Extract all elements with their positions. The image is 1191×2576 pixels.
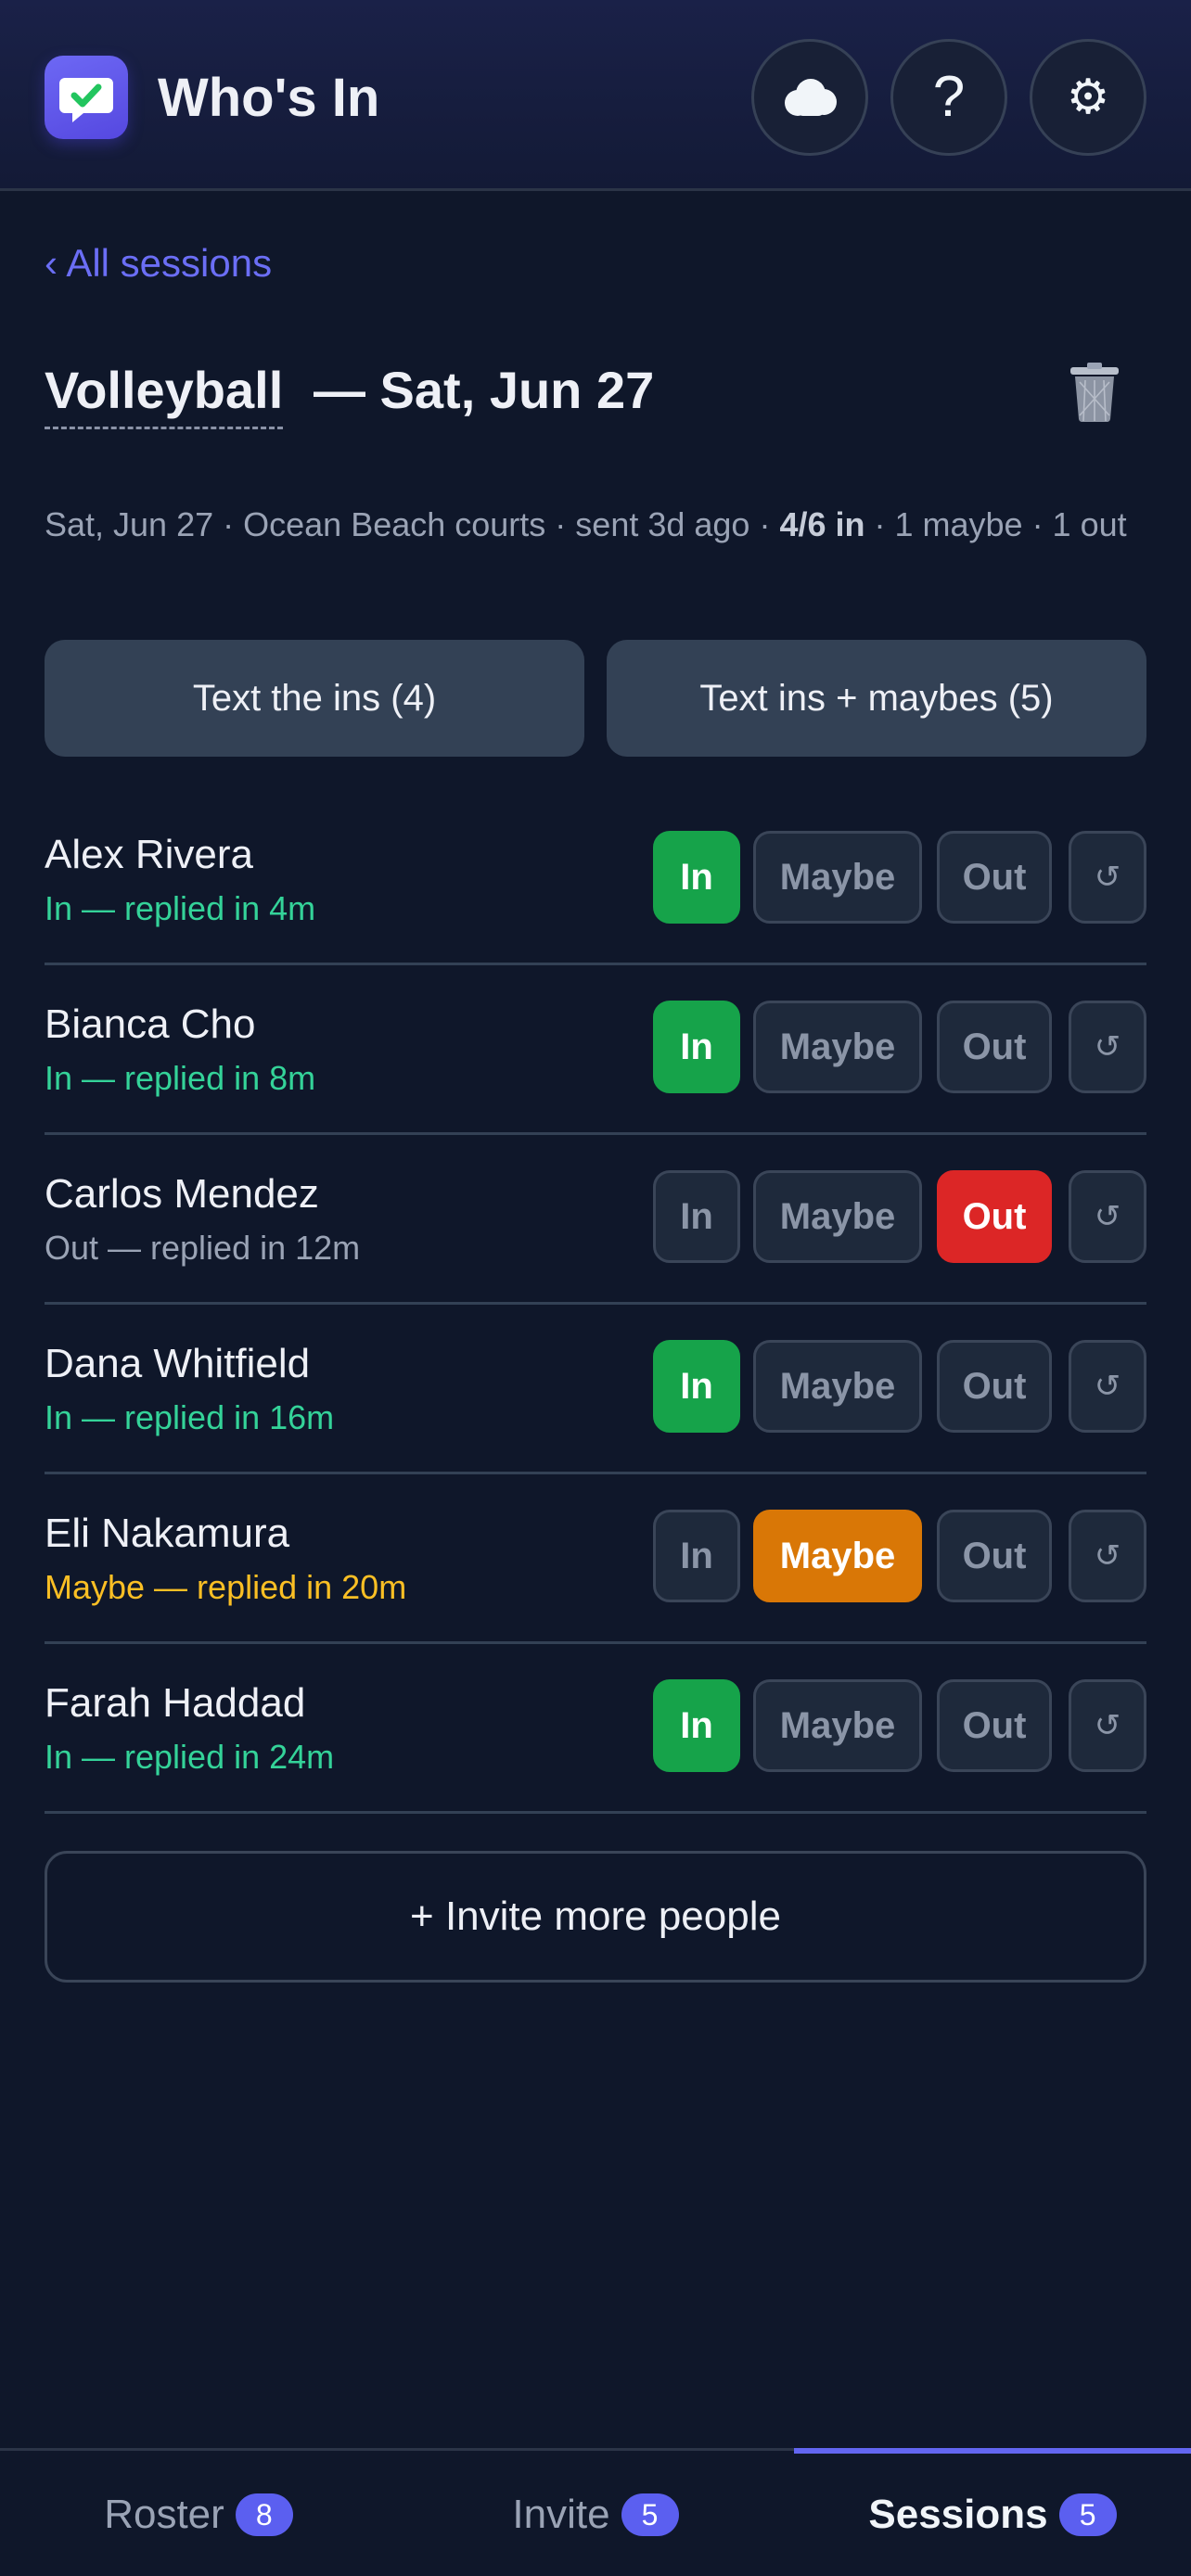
mark-out-button[interactable]: Out (937, 1679, 1052, 1772)
mark-in-button[interactable]: In (653, 1340, 740, 1433)
mark-in-button[interactable]: In (653, 1170, 740, 1263)
all-sessions-link[interactable]: ‹ All sessions (45, 239, 272, 287)
app-header: Who's In ? ⚙ (0, 0, 1191, 191)
tab-sessions-label: Sessions (868, 2492, 1048, 2537)
session-name[interactable]: Volleyball (45, 356, 284, 429)
person-name: Eli Nakamura (45, 1511, 290, 1556)
session-summary: Sat, Jun 27 · Ocean Beach courts · sent … (45, 501, 1148, 549)
reset-icon[interactable]: ↺ (1069, 1340, 1146, 1433)
mark-maybe-button[interactable]: Maybe (753, 1510, 922, 1602)
trash-icon (1070, 363, 1119, 423)
person-name: Carlos Mendez (45, 1171, 319, 1217)
question-icon: ? (932, 65, 966, 129)
mark-in-button[interactable]: In (653, 1510, 740, 1602)
invite-more-button[interactable]: + Invite more people (45, 1851, 1146, 1983)
mark-out-button[interactable]: Out (937, 1170, 1052, 1263)
sessions-count-badge: 5 (1058, 2493, 1117, 2536)
reset-icon[interactable]: ↺ (1069, 1170, 1146, 1263)
app-logo (45, 56, 128, 139)
roster-list: Alex Rivera In — replied in 4m In Maybe … (45, 796, 1146, 1814)
person-name: Alex Rivera (45, 832, 253, 877)
tab-invite[interactable]: Invite 5 (397, 2451, 794, 2576)
mark-out-button[interactable]: Out (937, 831, 1052, 924)
person-row: Alex Rivera In — replied in 4m In Maybe … (45, 796, 1146, 965)
mark-maybe-button[interactable]: Maybe (753, 1679, 922, 1772)
roster-count-badge: 8 (235, 2493, 293, 2536)
person-row: Farah Haddad In — replied in 24m In Mayb… (45, 1644, 1146, 1814)
summary-details: Sat, Jun 27 · Ocean Beach courts · sent … (45, 505, 780, 543)
invite-count-badge: 5 (621, 2493, 679, 2536)
settings-button[interactable]: ⚙ (1030, 39, 1146, 156)
person-name: Dana Whitfield (45, 1341, 311, 1386)
reset-icon[interactable]: ↺ (1069, 1679, 1146, 1772)
session-date: — Sat, Jun 27 (314, 361, 655, 419)
person-status: In — replied in 8m (45, 1059, 316, 1097)
mark-maybe-button[interactable]: Maybe (753, 831, 922, 924)
tab-sessions[interactable]: Sessions 5 (794, 2451, 1191, 2576)
person-name: Bianca Cho (45, 1001, 256, 1047)
mark-in-button[interactable]: In (653, 1001, 740, 1093)
gear-icon: ⚙ (1066, 70, 1110, 124)
reset-icon[interactable]: ↺ (1069, 1510, 1146, 1602)
reset-icon[interactable]: ↺ (1069, 831, 1146, 924)
mark-in-button[interactable]: In (653, 1679, 740, 1772)
mark-maybe-button[interactable]: Maybe (753, 1001, 922, 1093)
person-row: Bianca Cho In — replied in 8m In Maybe O… (45, 965, 1146, 1135)
cloud-icon (785, 79, 837, 116)
tab-roster-label: Roster (104, 2492, 224, 2537)
mark-maybe-button[interactable]: Maybe (753, 1340, 922, 1433)
person-row: Eli Nakamura Maybe — replied in 20m In M… (45, 1474, 1146, 1644)
text-ins-maybes-button[interactable]: Text ins + maybes (5) (607, 640, 1146, 757)
tab-invite-label: Invite (512, 2492, 610, 2537)
person-row: Dana Whitfield In — replied in 16m In Ma… (45, 1305, 1146, 1474)
person-status: In — replied in 24m (45, 1738, 335, 1776)
person-status: Maybe — replied in 20m (45, 1568, 407, 1606)
mark-out-button[interactable]: Out (937, 1510, 1052, 1602)
person-name: Farah Haddad (45, 1680, 306, 1726)
mark-maybe-button[interactable]: Maybe (753, 1170, 922, 1263)
help-button[interactable]: ? (890, 39, 1007, 156)
person-status: In — replied in 16m (45, 1398, 335, 1436)
bottom-nav: Roster 8 Invite 5 Sessions 5 (0, 2448, 1191, 2576)
mark-in-button[interactable]: In (653, 831, 740, 924)
chat-check-icon (59, 78, 113, 122)
tab-roster[interactable]: Roster 8 (0, 2451, 397, 2576)
app-title: Who's In (158, 68, 380, 128)
text-ins-button[interactable]: Text the ins (4) (45, 640, 584, 757)
delete-session-button[interactable] (1067, 362, 1122, 423)
summary-in-count: 4/6 in (779, 505, 865, 543)
mark-out-button[interactable]: Out (937, 1001, 1052, 1093)
app-root: Who's In ? ⚙ ‹ All sessions Volleyball —… (0, 0, 1191, 2576)
person-row: Carlos Mendez Out — replied in 12m In Ma… (45, 1135, 1146, 1305)
person-status: Out — replied in 12m (45, 1229, 361, 1267)
person-status: In — replied in 4m (45, 889, 316, 927)
reset-icon[interactable]: ↺ (1069, 1001, 1146, 1093)
summary-other-counts: · 1 maybe · 1 out (864, 505, 1127, 543)
mark-out-button[interactable]: Out (937, 1340, 1052, 1433)
cloud-sync-button[interactable] (751, 39, 868, 156)
